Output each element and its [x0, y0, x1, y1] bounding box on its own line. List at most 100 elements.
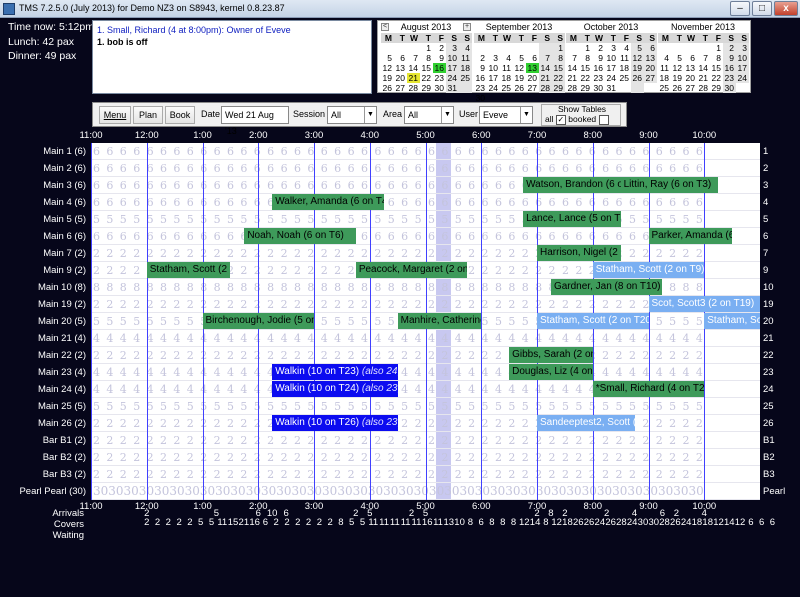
calendar-day[interactable]: 2: [723, 43, 736, 53]
calendar-day[interactable]: 24: [487, 83, 500, 93]
calendar-next-button[interactable]: +: [463, 23, 471, 31]
date-field[interactable]: Wed 21 Aug '13: [221, 106, 289, 136]
calendar-day[interactable]: 9: [723, 53, 736, 63]
calendar-day[interactable]: [631, 83, 644, 93]
minimize-button[interactable]: –: [730, 1, 750, 16]
calendar-day[interactable]: 9: [474, 63, 487, 73]
booking-block[interactable]: Statham, Scott (2 on T9): [592, 262, 705, 278]
booking-block[interactable]: Walkin (10 on T23) (also 24,26): [272, 364, 398, 380]
booking-block[interactable]: Watson, Brandon (6 on T3): [523, 177, 635, 193]
calendar-day[interactable]: 26: [671, 83, 684, 93]
calendar-day[interactable]: 20: [644, 63, 657, 73]
calendar-day[interactable]: 8: [710, 53, 723, 63]
calendar-day[interactable]: [407, 43, 420, 53]
calendar-day[interactable]: 21: [407, 73, 420, 83]
calendar-day[interactable]: 31: [605, 83, 618, 93]
booking-block[interactable]: Walker, Amanda (6 on T4): [272, 194, 384, 210]
calendar-day[interactable]: 27: [394, 83, 407, 93]
calendar-day[interactable]: 10: [446, 53, 459, 63]
calendar-day[interactable]: 15: [579, 63, 592, 73]
calendar-day[interactable]: [513, 43, 526, 53]
calendar-day[interactable]: 17: [487, 73, 500, 83]
calendar-day[interactable]: 21: [697, 73, 710, 83]
booking-block[interactable]: Sandeeptest2, Scott (2 on T26): [537, 415, 635, 431]
calendar-day[interactable]: 16: [474, 73, 487, 83]
calendar-day[interactable]: [684, 43, 697, 53]
calendar-day[interactable]: 15: [710, 63, 723, 73]
calendar-day[interactable]: 20: [526, 73, 539, 83]
calendar-day[interactable]: 21: [539, 73, 552, 83]
calendar-day[interactable]: 19: [671, 73, 684, 83]
calendar-day[interactable]: 6: [684, 53, 697, 63]
calendar-day[interactable]: 11: [658, 63, 671, 73]
calendar-day[interactable]: 25: [618, 73, 631, 83]
calendar-day[interactable]: [394, 43, 407, 53]
calendar-day[interactable]: 19: [631, 63, 644, 73]
calendar-day[interactable]: 18: [459, 63, 472, 73]
calendar-day[interactable]: 6: [526, 53, 539, 63]
calendar-day[interactable]: [459, 83, 472, 93]
calendar-day[interactable]: 17: [736, 63, 749, 73]
calendar-day[interactable]: 24: [605, 73, 618, 83]
calendar-day[interactable]: 4: [658, 53, 671, 63]
calendar-day[interactable]: 7: [407, 53, 420, 63]
calendar-day[interactable]: 9: [433, 53, 446, 63]
booking-block[interactable]: Walkin (10 on T26) (also 23,24): [272, 415, 398, 431]
calendar-day[interactable]: 21: [566, 73, 579, 83]
calendar-day[interactable]: 17: [446, 63, 459, 73]
calendar-day[interactable]: [500, 43, 513, 53]
calendar-day[interactable]: 18: [658, 73, 671, 83]
calendar-day[interactable]: 3: [487, 53, 500, 63]
booking-block[interactable]: Lance, Lance (5 on T5): [523, 211, 621, 227]
calendar-day[interactable]: 7: [539, 53, 552, 63]
calendar-day[interactable]: 12: [381, 63, 394, 73]
calendar-day[interactable]: 26: [631, 73, 644, 83]
calendar-day[interactable]: 20: [684, 73, 697, 83]
booking-block[interactable]: Gibbs, Sarah (2 on T22): [509, 347, 593, 363]
book-button[interactable]: Book: [165, 106, 195, 124]
calendar-day[interactable]: 25: [459, 73, 472, 83]
calendar-day[interactable]: 13: [684, 63, 697, 73]
calendar-prev-button[interactable]: <: [381, 23, 389, 31]
all-checkbox[interactable]: ✓: [555, 114, 566, 125]
calendar-day[interactable]: 10: [487, 63, 500, 73]
calendar-day[interactable]: 15: [420, 63, 433, 73]
calendar-day[interactable]: 19: [381, 73, 394, 83]
calendar-day[interactable]: 28: [539, 83, 552, 93]
notes-panel[interactable]: 1. Small, Richard (4 at 8:00pm): Owner o…: [92, 20, 372, 94]
calendar-day[interactable]: 16: [433, 63, 446, 73]
calendar-day[interactable]: 27: [684, 83, 697, 93]
calendar-day[interactable]: 14: [697, 63, 710, 73]
calendar-day[interactable]: 27: [526, 83, 539, 93]
calendar-day[interactable]: 14: [407, 63, 420, 73]
booking-block[interactable]: Statham, Scott (2 on T9): [146, 262, 231, 278]
calendar-day[interactable]: [671, 43, 684, 53]
calendar-day[interactable]: 5: [671, 53, 684, 63]
booking-block[interactable]: Gardner, Jan (8 on T10): [550, 279, 663, 295]
calendar-day[interactable]: 13: [394, 63, 407, 73]
calendar-day[interactable]: 18: [500, 73, 513, 83]
calendar-day[interactable]: 6: [644, 43, 657, 53]
calendar-day[interactable]: 29: [420, 83, 433, 93]
calendar-day[interactable]: 22: [579, 73, 592, 83]
calendar-day[interactable]: 24: [446, 73, 459, 83]
booking-block[interactable]: *Small, Richard (4 on T24): [592, 381, 705, 397]
booking-block[interactable]: Manhire, Catherine (5 on T20): [397, 313, 482, 329]
calendar-day[interactable]: 3: [446, 43, 459, 53]
calendar-day[interactable]: 12: [671, 63, 684, 73]
calendar-day[interactable]: 29: [710, 83, 723, 93]
booking-block[interactable]: Statham, Scott (2 on T20): [537, 313, 649, 329]
calendar-day[interactable]: 25: [500, 83, 513, 93]
calendar-day[interactable]: 3: [736, 43, 749, 53]
calendar-day[interactable]: 7: [697, 53, 710, 63]
calendar-day[interactable]: 28: [407, 83, 420, 93]
booking-block[interactable]: Walkin (10 on T24) (also 23,26): [272, 381, 398, 397]
booking-block[interactable]: Scot, Scott3 (2 on T19): [648, 296, 760, 312]
calendar-day[interactable]: [566, 43, 579, 53]
calendar-day[interactable]: 26: [381, 83, 394, 93]
calendar-day[interactable]: 14: [566, 63, 579, 73]
calendar-day[interactable]: [618, 83, 631, 93]
calendar-day[interactable]: 15: [552, 63, 565, 73]
calendar-day[interactable]: [487, 43, 500, 53]
calendar-day[interactable]: 5: [513, 53, 526, 63]
